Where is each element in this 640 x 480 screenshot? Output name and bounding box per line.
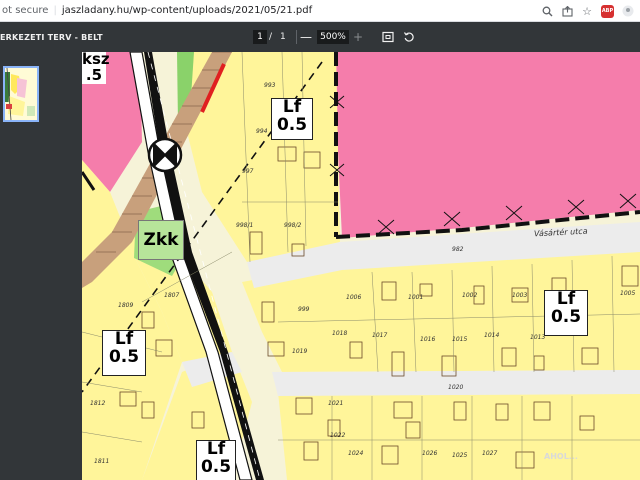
parcel-number: 982: [452, 246, 464, 253]
parcel-number: 1021: [328, 400, 344, 407]
parcel-number: 1811: [94, 458, 110, 465]
share-icon[interactable]: [561, 5, 573, 17]
zone-label-lf-right-line2: 0.5: [550, 306, 582, 327]
url-text[interactable]: jaszladany.hu/wp-content/uploads/2021/05…: [62, 5, 312, 16]
watermark: AHOL...: [544, 452, 578, 461]
page-thumbnail[interactable]: [3, 66, 39, 122]
parcel-number: 1005: [620, 290, 636, 297]
zone-label-lf-left: Lf 0.5: [102, 330, 146, 376]
parcel-number: 998/1: [236, 222, 254, 229]
parcel-number: 1013: [530, 334, 546, 341]
parcel-number: 1017: [372, 332, 388, 339]
parcel-number: 1014: [484, 332, 500, 339]
toolbar-divider: [296, 30, 297, 44]
page-total: 1: [280, 32, 286, 42]
parcel-number: 998/2: [284, 222, 302, 229]
zoom-in-button[interactable]: +: [350, 29, 366, 45]
parcel-number: 993: [264, 82, 276, 89]
page-separator: /: [269, 32, 273, 42]
parcel-number: 1026: [422, 450, 438, 457]
rotate-icon[interactable]: [401, 29, 417, 45]
parcel-number: 1015: [452, 336, 468, 343]
zone-label-lf-bottom-line2: 0.5: [200, 456, 232, 477]
pdf-viewport[interactable]: ksz .5 Lf 0.5 Zkk Lf 0.5 Lf 0.5 Lf 0.5 V…: [82, 52, 640, 480]
parcel-number: 1019: [292, 348, 308, 355]
parcel-number: 997: [242, 168, 254, 175]
parcel-number: 1018: [332, 330, 348, 337]
parcel-number: 1024: [348, 450, 364, 457]
adblock-icon[interactable]: ABP: [601, 4, 614, 18]
address-bar[interactable]: ot secure | jaszladany.hu/wp-content/upl…: [0, 0, 640, 22]
thumbnail-sidebar: [0, 52, 82, 480]
zone-label-lf-bottom: Lf 0.5: [196, 440, 236, 480]
parcel-number: 994: [256, 128, 268, 135]
address-bar-icons: ☆ ABP: [541, 0, 640, 22]
zoom-out-button[interactable]: —: [298, 29, 314, 45]
zone-label-lf-top: Lf 0.5: [271, 98, 313, 140]
parcel-number: 1022: [330, 432, 346, 439]
zone-label-zkk: Zkk: [138, 220, 184, 260]
zone-label-lf-top-line2: 0.5: [276, 114, 308, 135]
parcel-number: 1812: [90, 400, 106, 407]
zone-label-ksz-line2: .5: [85, 65, 103, 84]
parcel-number: 1006: [346, 294, 362, 301]
star-icon[interactable]: ☆: [581, 5, 593, 18]
parcel-number: 1003: [512, 292, 528, 299]
parcel-number: 1809: [118, 302, 134, 309]
parcel-number: 1002: [462, 292, 478, 299]
zone-label-ksz-partial: ksz .5: [82, 52, 110, 84]
zone-label-lf-right: Lf 0.5: [544, 290, 588, 336]
fit-to-page-icon[interactable]: [380, 29, 396, 45]
search-icon[interactable]: [541, 5, 553, 17]
parcel-number: 1027: [482, 450, 498, 457]
document-title: ERKEZETI TERV - BELT: [0, 33, 103, 42]
parcel-number: 1807: [164, 292, 180, 299]
pdf-toolbar: ERKEZETI TERV - BELT 1 / 1 — 500% +: [0, 22, 640, 52]
profile-avatar-icon[interactable]: [622, 5, 634, 17]
zone-label-lf-left-line2: 0.5: [108, 346, 140, 367]
parcel-number: 1025: [452, 452, 468, 459]
parcel-number: 999: [298, 306, 310, 313]
parcel-number: 1016: [420, 336, 436, 343]
security-indicator[interactable]: ot secure: [0, 5, 48, 16]
parcel-number: 1001: [408, 294, 424, 301]
page-number-input[interactable]: 1: [253, 30, 267, 44]
zoom-level-input[interactable]: 500%: [317, 30, 349, 44]
address-separator: |: [53, 5, 57, 16]
parcel-number: 1020: [448, 384, 464, 391]
zoning-map: [82, 52, 640, 480]
